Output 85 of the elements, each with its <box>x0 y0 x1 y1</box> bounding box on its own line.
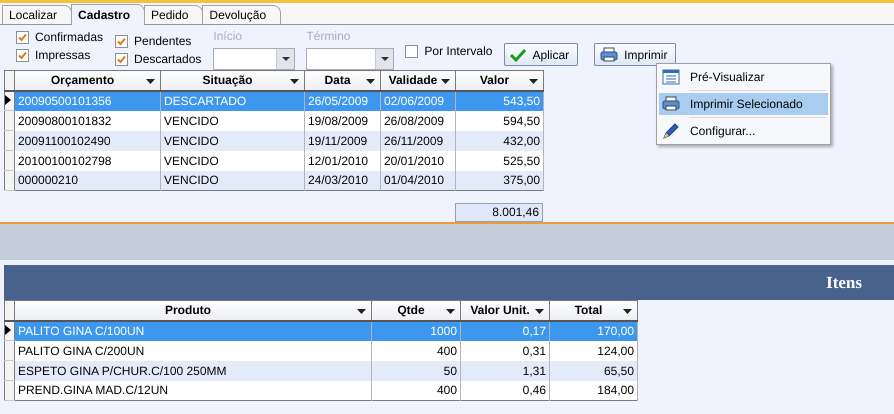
dropdown-arrow-icon <box>441 79 450 84</box>
table-cell: 01/04/2010 <box>380 170 456 190</box>
table-cell: VENCIDO <box>160 150 304 170</box>
check-icon <box>510 48 526 62</box>
table-row[interactable]: PALITO GINA C/200UN 400 0,31 124,00 <box>4 340 638 360</box>
dropdown-arrow-icon <box>282 57 290 61</box>
row-pointer-icon <box>5 94 11 105</box>
table-cell: PREND.GINA MAD.C/12UN <box>14 380 372 400</box>
table-cell: PALITO GINA C/200UN <box>14 340 372 360</box>
total-value: 8.001,46 <box>455 203 543 222</box>
table-cell: 19/08/2009 <box>304 110 380 130</box>
date-dropdown[interactable] <box>213 48 296 70</box>
table-cell: 000000210 <box>14 170 160 190</box>
column-header[interactable]: Total <box>550 300 638 320</box>
menu-item[interactable]: Imprimir Selecionado <box>659 93 828 115</box>
column-header[interactable]: Data <box>304 70 380 90</box>
column-header[interactable]: Valor Unit. <box>460 300 550 320</box>
table-cell: 124,00 <box>550 340 638 360</box>
table-cell: ESPETO GINA P/CHUR.C/100 250MM <box>14 360 372 380</box>
tab[interactable]: Cadastro <box>71 4 146 25</box>
table-cell: VENCIDO <box>160 110 304 130</box>
column-header[interactable]: Qtde <box>372 300 460 320</box>
table-row[interactable]: PREND.GINA MAD.C/12UN 400 0,46 184,00 <box>4 380 638 400</box>
row-pointer-icon <box>5 324 11 335</box>
table-cell: 432,00 <box>456 130 544 150</box>
dropdown-arrow-icon <box>529 79 538 84</box>
checkbox[interactable]: Por Intervalo <box>405 43 492 59</box>
menu-item[interactable]: Pré-Visualizar <box>659 66 828 88</box>
table-row[interactable]: 20090800101832 VENCIDO 19/08/2009 26/08/2009 594,50 <box>4 110 544 130</box>
dropdown-arrow-icon <box>290 79 299 84</box>
dropdown-arrow-icon <box>146 79 155 84</box>
table-cell: 26/08/2009 <box>380 110 456 130</box>
table-cell: 375,00 <box>456 170 544 190</box>
dropdown-arrow-icon <box>446 309 455 314</box>
field-label: Término <box>306 29 352 44</box>
pen-icon <box>662 123 680 139</box>
dropdown-arrow-icon <box>380 57 389 61</box>
table-row[interactable]: ESPETO GINA P/CHUR.C/100 250MM 50 1,31 65,50 <box>4 360 638 380</box>
table-cell: 24/03/2010 <box>304 170 380 190</box>
table-cell: 65,50 <box>550 360 638 380</box>
table-cell: 1,31 <box>460 360 550 380</box>
dropdown-arrow-icon <box>357 309 366 314</box>
tab[interactable]: Localizar <box>2 5 72 24</box>
menu-item[interactable]: Configurar... <box>659 120 828 142</box>
table-cell: 0,46 <box>460 380 550 400</box>
table-cell: 0,31 <box>460 340 550 360</box>
table-cell: 525,50 <box>456 150 544 170</box>
table-cell: VENCIDO <box>160 170 304 190</box>
printer-icon <box>662 96 680 112</box>
dropdown-arrow-icon <box>366 79 375 84</box>
table-cell: 594,50 <box>456 110 544 130</box>
checkbox[interactable]: Confirmadas <box>16 29 104 45</box>
checkbox[interactable]: Impressas <box>16 47 104 63</box>
checkbox[interactable]: Pendentes <box>115 33 202 49</box>
tab[interactable]: Devolução <box>202 5 282 24</box>
dropdown-arrow-icon <box>535 309 544 314</box>
print-button[interactable]: Imprimir <box>594 43 676 66</box>
table-cell: 184,00 <box>550 380 638 400</box>
printer-icon <box>600 46 618 62</box>
field-label: Início <box>213 29 244 44</box>
column-header[interactable]: Produto <box>14 300 372 320</box>
checkbox[interactable]: Descartados <box>115 51 202 67</box>
table-cell: 400 <box>372 380 460 400</box>
table-cell: 19/11/2009 <box>304 130 380 150</box>
column-header[interactable]: Valor <box>456 70 544 90</box>
table-row[interactable]: 20091100102490 VENCIDO 19/11/2009 26/11/2009 432,00 <box>4 130 544 150</box>
table-cell: 20100100102798 <box>14 150 160 170</box>
table-cell: 50 <box>372 360 460 380</box>
table-cell: 26/11/2009 <box>380 130 456 150</box>
table-cell: 12/01/2010 <box>304 150 380 170</box>
apply-button[interactable]: Aplicar <box>504 43 578 66</box>
table-row[interactable]: 20100100102798 VENCIDO 12/01/2010 20/01/2010 525,50 <box>4 150 544 170</box>
column-header[interactable]: Orçamento <box>14 70 160 90</box>
column-header[interactable]: Situação <box>160 70 304 90</box>
table-cell: PALITO GINA C/100UN <box>14 320 372 340</box>
table-cell: 20090800101832 <box>14 110 160 130</box>
table-cell: VENCIDO <box>160 130 304 150</box>
table-cell: 400 <box>372 340 460 360</box>
table-cell: 20/01/2010 <box>380 150 456 170</box>
table-cell: 20091100102490 <box>14 130 160 150</box>
table-row[interactable]: 000000210 VENCIDO 24/03/2010 01/04/2010 375,00 <box>4 170 544 190</box>
list-icon <box>662 69 680 85</box>
dropdown-arrow-icon <box>623 309 632 314</box>
date-dropdown[interactable] <box>306 48 394 70</box>
column-header[interactable]: Validade <box>380 70 456 90</box>
